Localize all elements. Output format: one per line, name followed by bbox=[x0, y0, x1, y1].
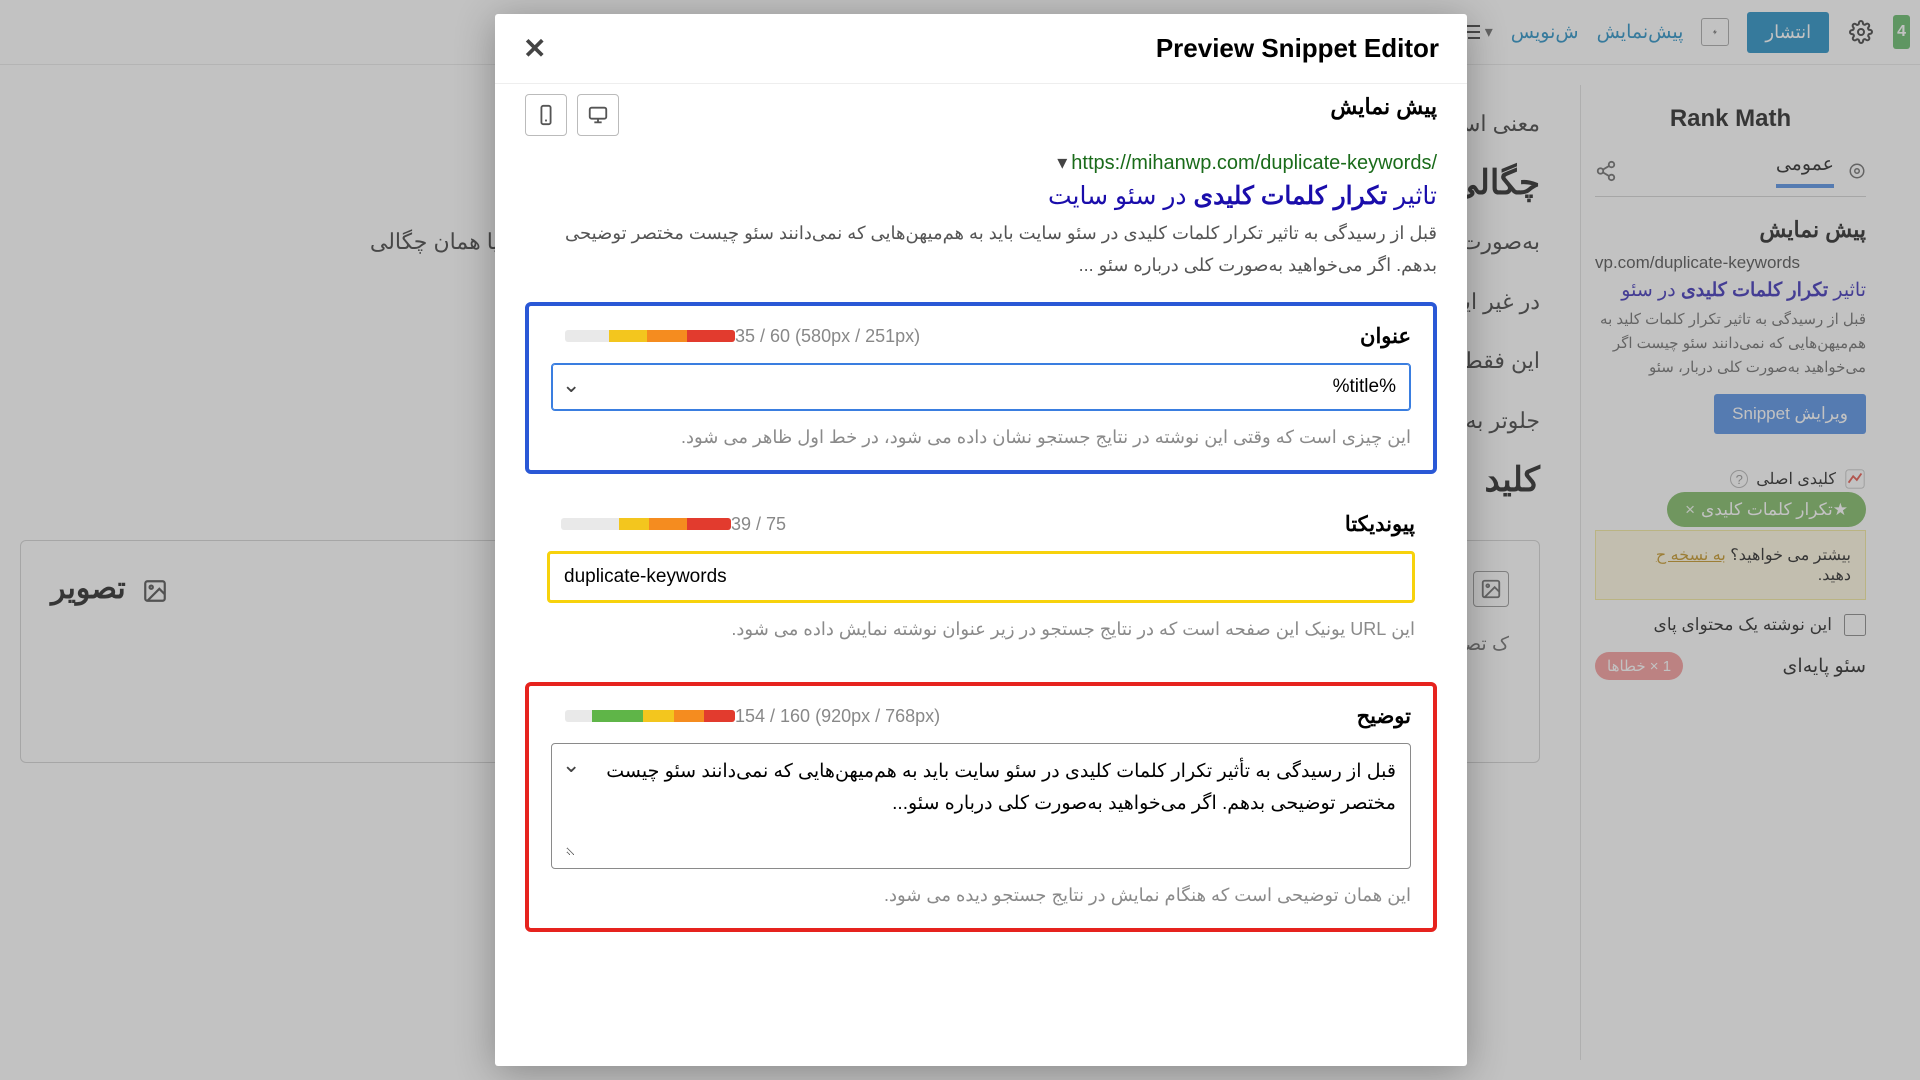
permalink-counter: 39 / 75 bbox=[731, 514, 786, 535]
permalink-hint: این URL یونیک این صفحه است که در نتایج ج… bbox=[547, 619, 1415, 640]
description-textarea[interactable] bbox=[566, 756, 1396, 856]
title-field-label: عنوان bbox=[1360, 324, 1411, 349]
modal-body: پیش نمایش ▾https://mihanwp.com/duplicate… bbox=[495, 84, 1467, 982]
serp-url: ▾https://mihanwp.com/duplicate-keywords/ bbox=[525, 150, 1437, 175]
permalink-field-group: پیوندیکتا 39 / 75 این URL یونیک این صفحه… bbox=[525, 494, 1437, 662]
title-meter bbox=[565, 330, 735, 342]
title-input[interactable] bbox=[566, 376, 1396, 398]
chevron-down-icon[interactable]: ⌄ bbox=[562, 372, 580, 398]
caret-down-icon: ▾ bbox=[1057, 152, 1067, 174]
title-counter: 35 / 60 (580px / 251px) bbox=[735, 326, 920, 347]
title-input-wrap[interactable]: ⌄ bbox=[551, 363, 1411, 411]
desktop-view-button[interactable] bbox=[577, 94, 619, 136]
title-hint: این چیزی است که وقتی این نوشته در نتایج … bbox=[551, 427, 1411, 448]
description-counter: 154 / 160 (920px / 768px) bbox=[735, 706, 940, 727]
description-field-group: توضیح 154 / 160 (920px / 768px) ⌄ این هم… bbox=[525, 682, 1437, 932]
permalink-field-label: پیوندیکتا bbox=[1345, 512, 1415, 537]
serp-title: تاثیر تکرار کلمات کلیدی در سئو سایت bbox=[525, 181, 1437, 211]
snippet-editor-modal: ✕ Preview Snippet Editor پیش نمایش ▾http… bbox=[495, 14, 1467, 1066]
permalink-meter bbox=[561, 518, 731, 530]
preview-header: پیش نمایش bbox=[525, 94, 1437, 136]
description-hint: این همان توضیحی است که هنگام نمایش در نت… bbox=[551, 885, 1411, 906]
description-meter bbox=[565, 710, 735, 722]
modal-title: Preview Snippet Editor bbox=[1156, 33, 1439, 64]
preview-label: پیش نمایش bbox=[1330, 94, 1437, 120]
description-input-wrap[interactable]: ⌄ bbox=[551, 743, 1411, 869]
modal-header: ✕ Preview Snippet Editor bbox=[495, 14, 1467, 84]
title-field-group: عنوان 35 / 60 (580px / 251px) ⌄ این چیزی… bbox=[525, 302, 1437, 474]
serp-description: قبل از رسیدگی به تاثیر تکرار کلمات کلیدی… bbox=[525, 217, 1437, 282]
description-field-label: توضیح bbox=[1357, 704, 1411, 729]
permalink-input-wrap[interactable] bbox=[547, 551, 1415, 603]
permalink-input[interactable] bbox=[564, 566, 1398, 588]
chevron-down-icon[interactable]: ⌄ bbox=[562, 752, 580, 778]
device-toggle bbox=[525, 94, 619, 136]
mobile-view-button[interactable] bbox=[525, 94, 567, 136]
close-icon[interactable]: ✕ bbox=[523, 32, 546, 65]
